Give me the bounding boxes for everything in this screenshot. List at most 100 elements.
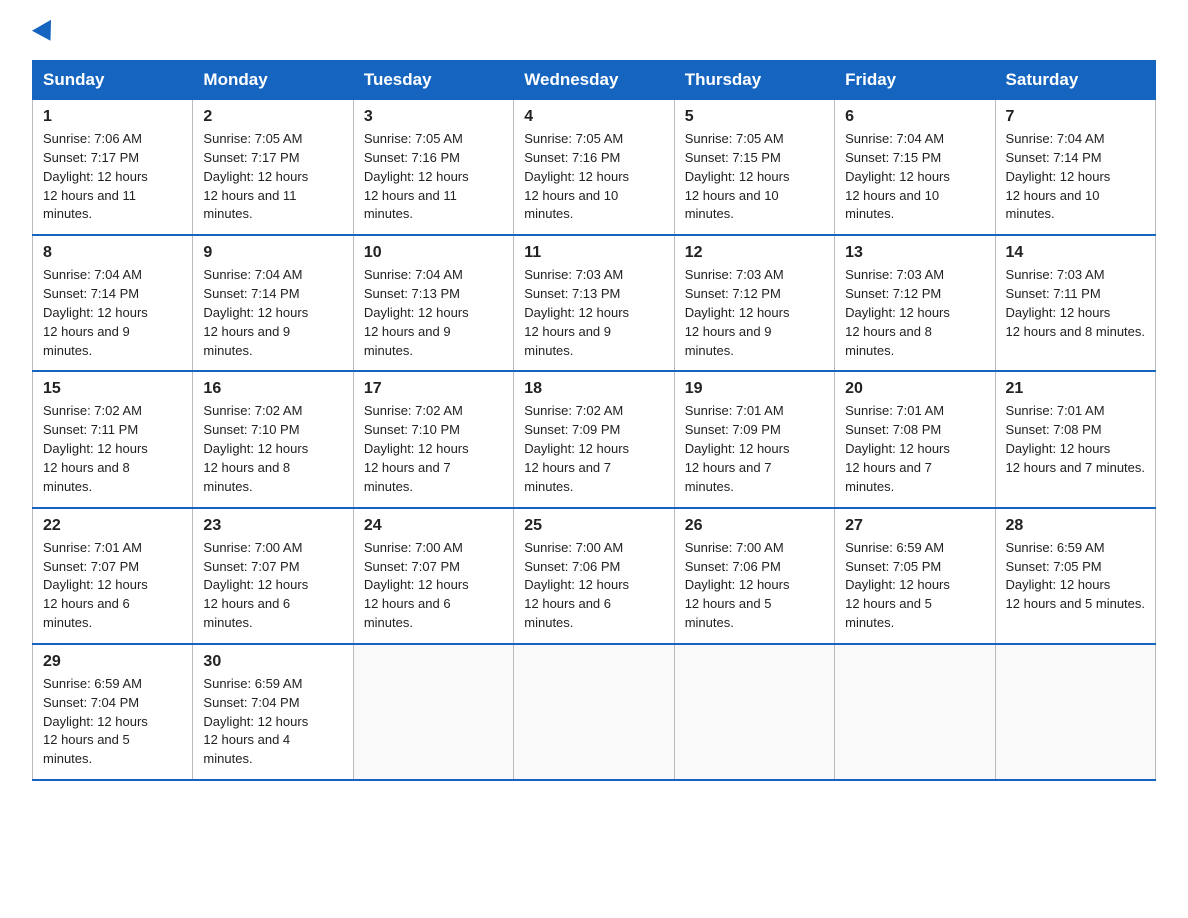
- calendar-day-cell: [514, 644, 674, 780]
- day-number: 14: [1006, 244, 1145, 262]
- calendar-week-row: 22 Sunrise: 7:01 AMSunset: 7:07 PMDaylig…: [33, 508, 1156, 644]
- day-number: 27: [845, 517, 984, 535]
- calendar-day-cell: 6 Sunrise: 7:04 AMSunset: 7:15 PMDayligh…: [835, 100, 995, 236]
- calendar-week-row: 8 Sunrise: 7:04 AMSunset: 7:14 PMDayligh…: [33, 235, 1156, 371]
- day-number: 18: [524, 380, 663, 398]
- day-number: 3: [364, 108, 503, 126]
- calendar-day-cell: 14 Sunrise: 7:03 AMSunset: 7:11 PMDaylig…: [995, 235, 1155, 371]
- day-info: Sunrise: 6:59 AMSunset: 7:04 PMDaylight:…: [43, 676, 148, 766]
- calendar-day-cell: 16 Sunrise: 7:02 AMSunset: 7:10 PMDaylig…: [193, 371, 353, 507]
- calendar-day-cell: 18 Sunrise: 7:02 AMSunset: 7:09 PMDaylig…: [514, 371, 674, 507]
- calendar-day-cell: 29 Sunrise: 6:59 AMSunset: 7:04 PMDaylig…: [33, 644, 193, 780]
- calendar-day-cell: 2 Sunrise: 7:05 AMSunset: 7:17 PMDayligh…: [193, 100, 353, 236]
- calendar-day-cell: 17 Sunrise: 7:02 AMSunset: 7:10 PMDaylig…: [353, 371, 513, 507]
- day-info: Sunrise: 7:05 AMSunset: 7:16 PMDaylight:…: [364, 131, 469, 221]
- day-info: Sunrise: 7:01 AMSunset: 7:08 PMDaylight:…: [1006, 403, 1145, 475]
- day-info: Sunrise: 7:03 AMSunset: 7:12 PMDaylight:…: [685, 267, 790, 357]
- day-info: Sunrise: 7:01 AMSunset: 7:08 PMDaylight:…: [845, 403, 950, 493]
- logo: [32, 24, 57, 42]
- day-info: Sunrise: 7:05 AMSunset: 7:17 PMDaylight:…: [203, 131, 308, 221]
- calendar-day-cell: 1 Sunrise: 7:06 AMSunset: 7:17 PMDayligh…: [33, 100, 193, 236]
- day-info: Sunrise: 7:04 AMSunset: 7:13 PMDaylight:…: [364, 267, 469, 357]
- calendar-day-cell: 23 Sunrise: 7:00 AMSunset: 7:07 PMDaylig…: [193, 508, 353, 644]
- header-sunday: Sunday: [33, 61, 193, 100]
- day-number: 26: [685, 517, 824, 535]
- day-info: Sunrise: 7:02 AMSunset: 7:10 PMDaylight:…: [203, 403, 308, 493]
- day-number: 1: [43, 108, 182, 126]
- day-info: Sunrise: 7:03 AMSunset: 7:11 PMDaylight:…: [1006, 267, 1145, 339]
- calendar-day-cell: 25 Sunrise: 7:00 AMSunset: 7:06 PMDaylig…: [514, 508, 674, 644]
- calendar-day-cell: 15 Sunrise: 7:02 AMSunset: 7:11 PMDaylig…: [33, 371, 193, 507]
- day-info: Sunrise: 7:00 AMSunset: 7:06 PMDaylight:…: [524, 540, 629, 630]
- day-number: 19: [685, 380, 824, 398]
- header-friday: Friday: [835, 61, 995, 100]
- calendar-day-cell: 24 Sunrise: 7:00 AMSunset: 7:07 PMDaylig…: [353, 508, 513, 644]
- calendar-day-cell: 12 Sunrise: 7:03 AMSunset: 7:12 PMDaylig…: [674, 235, 834, 371]
- day-info: Sunrise: 7:03 AMSunset: 7:13 PMDaylight:…: [524, 267, 629, 357]
- day-number: 15: [43, 380, 182, 398]
- day-number: 16: [203, 380, 342, 398]
- day-number: 22: [43, 517, 182, 535]
- day-number: 12: [685, 244, 824, 262]
- calendar-day-cell: 4 Sunrise: 7:05 AMSunset: 7:16 PMDayligh…: [514, 100, 674, 236]
- page-header: [32, 24, 1156, 42]
- day-info: Sunrise: 7:05 AMSunset: 7:15 PMDaylight:…: [685, 131, 790, 221]
- day-info: Sunrise: 7:05 AMSunset: 7:16 PMDaylight:…: [524, 131, 629, 221]
- logo-triangle-icon: [32, 20, 60, 47]
- day-number: 2: [203, 108, 342, 126]
- calendar-day-cell: 3 Sunrise: 7:05 AMSunset: 7:16 PMDayligh…: [353, 100, 513, 236]
- day-info: Sunrise: 7:06 AMSunset: 7:17 PMDaylight:…: [43, 131, 148, 221]
- calendar-day-cell: 8 Sunrise: 7:04 AMSunset: 7:14 PMDayligh…: [33, 235, 193, 371]
- day-number: 20: [845, 380, 984, 398]
- day-info: Sunrise: 7:02 AMSunset: 7:09 PMDaylight:…: [524, 403, 629, 493]
- calendar-day-cell: 27 Sunrise: 6:59 AMSunset: 7:05 PMDaylig…: [835, 508, 995, 644]
- calendar-table: SundayMondayTuesdayWednesdayThursdayFrid…: [32, 60, 1156, 781]
- header-thursday: Thursday: [674, 61, 834, 100]
- day-info: Sunrise: 7:00 AMSunset: 7:07 PMDaylight:…: [203, 540, 308, 630]
- header-monday: Monday: [193, 61, 353, 100]
- day-number: 25: [524, 517, 663, 535]
- day-info: Sunrise: 7:02 AMSunset: 7:11 PMDaylight:…: [43, 403, 148, 493]
- calendar-day-cell: 5 Sunrise: 7:05 AMSunset: 7:15 PMDayligh…: [674, 100, 834, 236]
- day-info: Sunrise: 6:59 AMSunset: 7:05 PMDaylight:…: [1006, 540, 1145, 612]
- day-number: 24: [364, 517, 503, 535]
- day-info: Sunrise: 7:04 AMSunset: 7:14 PMDaylight:…: [43, 267, 148, 357]
- day-number: 10: [364, 244, 503, 262]
- calendar-day-cell: 21 Sunrise: 7:01 AMSunset: 7:08 PMDaylig…: [995, 371, 1155, 507]
- calendar-day-cell: [674, 644, 834, 780]
- calendar-day-cell: 9 Sunrise: 7:04 AMSunset: 7:14 PMDayligh…: [193, 235, 353, 371]
- calendar-week-row: 29 Sunrise: 6:59 AMSunset: 7:04 PMDaylig…: [33, 644, 1156, 780]
- day-number: 23: [203, 517, 342, 535]
- calendar-day-cell: 10 Sunrise: 7:04 AMSunset: 7:13 PMDaylig…: [353, 235, 513, 371]
- day-info: Sunrise: 7:04 AMSunset: 7:15 PMDaylight:…: [845, 131, 950, 221]
- day-number: 30: [203, 653, 342, 671]
- calendar-week-row: 15 Sunrise: 7:02 AMSunset: 7:11 PMDaylig…: [33, 371, 1156, 507]
- day-number: 9: [203, 244, 342, 262]
- calendar-day-cell: [835, 644, 995, 780]
- calendar-day-cell: 28 Sunrise: 6:59 AMSunset: 7:05 PMDaylig…: [995, 508, 1155, 644]
- day-info: Sunrise: 7:02 AMSunset: 7:10 PMDaylight:…: [364, 403, 469, 493]
- day-info: Sunrise: 7:03 AMSunset: 7:12 PMDaylight:…: [845, 267, 950, 357]
- day-info: Sunrise: 6:59 AMSunset: 7:04 PMDaylight:…: [203, 676, 308, 766]
- calendar-day-cell: 19 Sunrise: 7:01 AMSunset: 7:09 PMDaylig…: [674, 371, 834, 507]
- day-info: Sunrise: 7:04 AMSunset: 7:14 PMDaylight:…: [203, 267, 308, 357]
- calendar-day-cell: 30 Sunrise: 6:59 AMSunset: 7:04 PMDaylig…: [193, 644, 353, 780]
- day-number: 13: [845, 244, 984, 262]
- day-number: 28: [1006, 517, 1145, 535]
- calendar-day-cell: 20 Sunrise: 7:01 AMSunset: 7:08 PMDaylig…: [835, 371, 995, 507]
- calendar-day-cell: 7 Sunrise: 7:04 AMSunset: 7:14 PMDayligh…: [995, 100, 1155, 236]
- day-number: 8: [43, 244, 182, 262]
- header-wednesday: Wednesday: [514, 61, 674, 100]
- header-saturday: Saturday: [995, 61, 1155, 100]
- calendar-day-cell: 11 Sunrise: 7:03 AMSunset: 7:13 PMDaylig…: [514, 235, 674, 371]
- day-number: 29: [43, 653, 182, 671]
- day-number: 4: [524, 108, 663, 126]
- day-number: 5: [685, 108, 824, 126]
- header-tuesday: Tuesday: [353, 61, 513, 100]
- calendar-day-cell: 26 Sunrise: 7:00 AMSunset: 7:06 PMDaylig…: [674, 508, 834, 644]
- calendar-header-row: SundayMondayTuesdayWednesdayThursdayFrid…: [33, 61, 1156, 100]
- day-info: Sunrise: 7:01 AMSunset: 7:09 PMDaylight:…: [685, 403, 790, 493]
- calendar-day-cell: 13 Sunrise: 7:03 AMSunset: 7:12 PMDaylig…: [835, 235, 995, 371]
- day-number: 7: [1006, 108, 1145, 126]
- calendar-week-row: 1 Sunrise: 7:06 AMSunset: 7:17 PMDayligh…: [33, 100, 1156, 236]
